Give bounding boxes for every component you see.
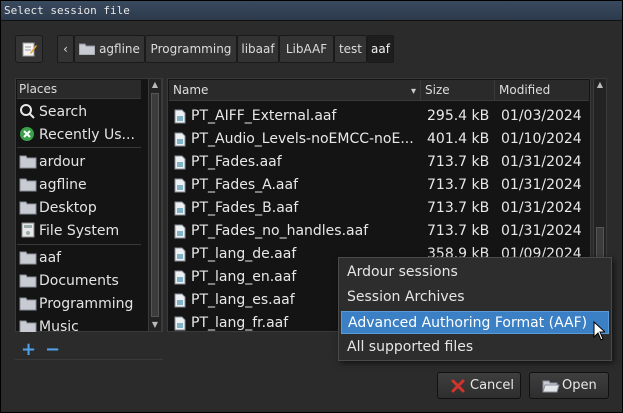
breadcrumb-libaaf-upper[interactable]: LibAAF xyxy=(279,35,334,63)
file-icon xyxy=(174,293,186,308)
scroll-up-arrow-icon[interactable]: ▲ xyxy=(149,79,161,91)
window-title: Select session file xyxy=(4,4,130,17)
file-icon xyxy=(174,155,186,170)
file-row[interactable]: PT_Audio_Levels-noEMCC-noE... 401.4 kB 01/… xyxy=(169,128,589,151)
column-size-header[interactable]: Size xyxy=(421,80,495,101)
breadcrumb-test[interactable]: test xyxy=(334,35,367,63)
places-scrollbar[interactable]: ▲ ▼ xyxy=(148,78,162,332)
place-recent[interactable]: Recently Us... xyxy=(19,124,141,146)
cancel-icon xyxy=(451,379,465,393)
file-icon xyxy=(174,201,186,216)
file-icon xyxy=(174,247,186,262)
filter-option-aaf[interactable]: Advanced Authoring Format (AAF) xyxy=(341,311,609,334)
file-name: PT_Fades_no_handles.aaf xyxy=(191,223,369,239)
file-size: 713.7 kB xyxy=(427,223,490,239)
file-row[interactable]: PT_Fades_A.aaf 713.7 kB 01/31/2024 xyxy=(169,174,589,197)
file-row[interactable]: PT_Fades_B.aaf 713.7 kB 01/31/2024 xyxy=(169,197,589,220)
file-icon xyxy=(174,178,186,193)
filter-option-ardour-sessions[interactable]: Ardour sessions xyxy=(341,261,609,284)
file-filter-menu: Ardour sessions Session Archives Advance… xyxy=(338,257,612,361)
folder-icon xyxy=(78,43,96,56)
column-name-header[interactable]: Name ▾ xyxy=(169,80,421,101)
add-bookmark-button[interactable]: + xyxy=(21,339,36,360)
file-name: PT_AIFF_External.aaf xyxy=(191,108,337,124)
desktop-folder-icon xyxy=(19,201,37,215)
place-music[interactable]: Music xyxy=(19,316,141,332)
mouse-pointer-icon xyxy=(593,321,605,341)
recent-icon xyxy=(20,127,34,141)
file-size: 713.7 kB xyxy=(427,154,490,170)
home-folder-icon xyxy=(19,178,37,192)
breadcrumb-agfline[interactable]: agfline xyxy=(74,35,145,63)
place-ardour[interactable]: ardour xyxy=(19,151,141,173)
folder-icon xyxy=(19,297,37,311)
place-aaf[interactable]: aaf xyxy=(19,247,141,269)
place-search[interactable]: Search xyxy=(19,101,141,123)
file-row[interactable]: PT_Fades_no_handles.aaf 713.7 kB 01/31/202… xyxy=(169,220,589,243)
filter-option-all-supported[interactable]: All supported files xyxy=(341,336,609,359)
breadcrumb-programming[interactable]: Programming xyxy=(145,35,237,63)
places-header: Places xyxy=(17,80,141,99)
file-list-header: Name ▾ Size Modified xyxy=(169,80,589,101)
place-file-system[interactable]: File System xyxy=(19,220,141,242)
file-modified: 01/03/2024 xyxy=(501,108,582,124)
file-modified: 01/31/2024 xyxy=(501,200,582,216)
edit-icon xyxy=(22,42,37,57)
file-modified: 01/31/2024 xyxy=(501,223,582,239)
title-bar[interactable]: Select session file xyxy=(1,1,622,21)
search-icon xyxy=(20,104,35,119)
open-button[interactable]: Open xyxy=(529,372,609,399)
file-icon xyxy=(174,109,186,124)
drive-icon xyxy=(21,222,35,238)
folder-icon xyxy=(19,155,37,169)
places-separator xyxy=(17,147,141,148)
folder-icon xyxy=(19,320,37,332)
sort-descending-icon: ▾ xyxy=(410,86,416,97)
file-icon xyxy=(174,224,186,239)
place-documents[interactable]: Documents xyxy=(19,270,141,292)
column-modified-header[interactable]: Modified xyxy=(495,80,589,101)
file-size: 401.4 kB xyxy=(427,131,490,147)
cancel-button[interactable]: Cancel xyxy=(437,372,521,399)
place-agfline[interactable]: agfline xyxy=(19,174,141,196)
places-scroll-thumb[interactable] xyxy=(151,93,159,317)
place-desktop[interactable]: Desktop xyxy=(19,197,141,219)
file-chooser-dialog: Select session file ‹ agfline Programmin… xyxy=(0,0,623,413)
file-icon xyxy=(174,316,186,331)
places-footer-divider xyxy=(15,359,163,360)
file-modified: 01/31/2024 xyxy=(501,177,582,193)
file-name: PT_Fades.aaf xyxy=(191,154,282,170)
open-folder-icon xyxy=(542,380,560,393)
file-modified: 01/10/2024 xyxy=(501,131,582,147)
file-size: 713.7 kB xyxy=(427,200,490,216)
breadcrumb-scroll-left-button[interactable]: ‹ xyxy=(57,35,74,63)
file-name: PT_Fades_B.aaf xyxy=(191,200,299,216)
scroll-down-arrow-icon[interactable]: ▼ xyxy=(149,319,161,331)
breadcrumb-libaaf[interactable]: libaaf xyxy=(237,35,279,63)
file-size: 713.7 kB xyxy=(427,177,490,193)
file-name: PT_Fades_A.aaf xyxy=(191,177,299,193)
file-icon xyxy=(174,270,186,285)
file-size: 295.4 kB xyxy=(427,108,490,124)
places-separator xyxy=(17,244,141,245)
folder-icon xyxy=(19,274,37,288)
filter-option-session-archives[interactable]: Session Archives xyxy=(341,286,609,309)
file-row[interactable]: PT_Fades.aaf 713.7 kB 01/31/2024 xyxy=(169,151,589,174)
breadcrumb-aaf[interactable]: aaf xyxy=(367,35,394,63)
folder-icon xyxy=(19,251,37,265)
file-row[interactable]: PT_AIFF_External.aaf 295.4 kB 01/03/2024 xyxy=(169,105,589,128)
remove-bookmark-button[interactable]: − xyxy=(45,339,60,360)
chevron-left-icon: ‹ xyxy=(63,42,68,56)
file-modified: 01/31/2024 xyxy=(501,154,582,170)
file-icon xyxy=(174,132,186,147)
place-programming[interactable]: Programming xyxy=(19,293,141,315)
file-name: PT_Audio_Levels-noEMCC-noE... xyxy=(191,131,414,147)
type-location-button[interactable] xyxy=(15,35,43,63)
scroll-up-arrow-icon[interactable]: ▲ xyxy=(594,79,606,91)
